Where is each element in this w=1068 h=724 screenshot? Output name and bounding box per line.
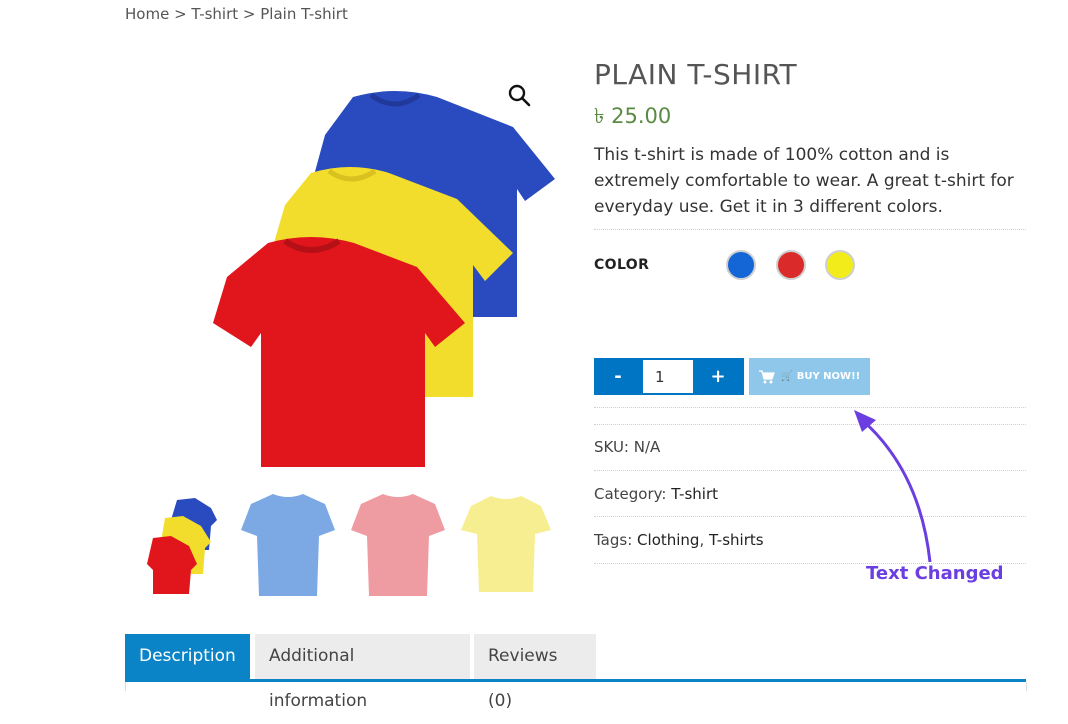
tab-panel [125, 682, 1027, 691]
breadcrumb: Home > T-shirt > Plain T-shirt [125, 5, 348, 23]
color-swatch-blue[interactable] [726, 250, 756, 280]
sku-row: SKU: N/A [594, 438, 660, 456]
buy-now-label: 🛒 BUY NOW!! [780, 371, 861, 382]
breadcrumb-category-link[interactable]: T-shirt [191, 5, 238, 23]
thumbnail-yellow[interactable] [453, 488, 559, 600]
product-main-image[interactable] [125, 55, 560, 485]
breadcrumb-separator: > [169, 5, 192, 23]
divider [594, 470, 1026, 471]
tab-description[interactable]: Description [125, 634, 250, 679]
thumbnail-red[interactable] [345, 488, 451, 600]
product-description: This t-shirt is made of 100% cotton and … [594, 145, 1014, 217]
tags-label: Tags: [594, 531, 633, 549]
divider [594, 424, 1026, 425]
breadcrumb-home-link[interactable]: Home [125, 5, 169, 23]
product-thumbnails [125, 488, 560, 603]
color-label: COLOR [594, 257, 650, 273]
tags-separator: , [699, 531, 709, 549]
category-row: Category: T-shirt [594, 485, 718, 503]
breadcrumb-separator: > [238, 5, 261, 23]
product-title: PLAIN T-SHIRT [594, 58, 798, 91]
tags-row: Tags: Clothing, T-shirts [594, 531, 764, 549]
divider [594, 229, 1026, 230]
quantity-plus-button[interactable]: + [694, 358, 742, 395]
sku-value: N/A [633, 438, 661, 456]
annotation-text: Text Changed [866, 563, 1004, 584]
tab-additional-information[interactable]: Additional information [255, 634, 470, 711]
category-link[interactable]: T-shirt [671, 485, 718, 503]
color-swatch-yellow[interactable] [825, 250, 855, 280]
tag-link-tshirts[interactable]: T-shirts [709, 531, 764, 549]
product-price: ৳ 25.00 [594, 104, 672, 128]
thumbnail-blue[interactable] [235, 488, 341, 600]
tag-link-clothing[interactable]: Clothing [637, 531, 699, 549]
category-label: Category: [594, 485, 667, 503]
breadcrumb-current: Plain T-shirt [260, 5, 348, 23]
divider [594, 407, 1026, 408]
zoom-icon[interactable] [506, 82, 534, 110]
quantity-stepper: - + [594, 358, 744, 395]
cart-icon [758, 369, 775, 383]
tab-reviews[interactable]: Reviews (0) [474, 634, 596, 711]
divider [594, 516, 1026, 517]
sku-label: SKU: [594, 438, 629, 456]
buy-now-button[interactable]: 🛒 BUY NOW!! [749, 358, 870, 395]
quantity-minus-button[interactable]: - [594, 358, 642, 395]
quantity-input[interactable] [643, 360, 693, 393]
color-swatch-red[interactable] [776, 250, 806, 280]
thumbnail-all-colors[interactable] [125, 488, 231, 600]
annotation-arrow [854, 410, 932, 563]
